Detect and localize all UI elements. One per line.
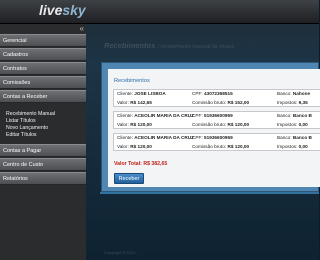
subitem-novo-lancamento[interactable]: Novo Lançamento (6, 125, 48, 131)
record-bank: Nahone (292, 91, 311, 96)
record-cpf: 51936600959 (204, 113, 233, 118)
sidebar-item-comissoes[interactable]: Comissões (0, 76, 86, 89)
logo: livesky (39, 2, 86, 18)
record-client: ACEOLIR MARIA DA CRUZ (134, 113, 195, 118)
sidebar-item-contas-a-pagar[interactable]: Contas a Pagar (0, 144, 86, 157)
record-row: Cliente: ACEOLIR MARIA DA CRUZ Valor: R$… (113, 111, 320, 129)
record-commission: R$ 120,00 (227, 144, 250, 149)
record-taxes: 0,00 (298, 144, 308, 149)
dialog-panel: Recebimentos Cliente: JOSE LISBOA Valor:… (108, 69, 320, 187)
dialog-section-title: Recebimentos (114, 78, 150, 84)
subitem-recebimento-manual[interactable]: Recebimento Manual (6, 111, 55, 117)
record-cpf: 51936600959 (204, 135, 233, 140)
record-row: Cliente: JOSE LISBOA Valor: R$ 142,65 CP… (113, 89, 320, 107)
sidebar-item-relatorios[interactable]: Relatórios (0, 172, 86, 185)
record-client: JOSE LISBOA (134, 91, 166, 96)
record-taxes: 9,35 (298, 100, 308, 105)
record-bank: Banco B (292, 113, 312, 118)
dialog-bottom-edge (100, 192, 319, 194)
sidebar-item-cadastros[interactable]: Cadastros (0, 48, 86, 61)
sidebar: « Gerencial Cadastros Contratos Comissõe… (0, 24, 86, 260)
record-value: R$ 142,65 (130, 100, 152, 105)
top-bar: livesky (0, 0, 319, 24)
sidebar-item-gerencial[interactable]: Gerencial (0, 34, 86, 47)
record-taxes: 0,00 (298, 122, 308, 127)
sidebar-item-centro-de-custo[interactable]: Centro de Custo (0, 158, 86, 171)
sidebar-item-contas-a-receber[interactable]: Contas a Receber (0, 90, 86, 103)
record-row: Cliente: ACEOLIR MARIA DA CRUZ Valor: R$… (113, 133, 320, 151)
receive-button[interactable]: Receber (114, 173, 144, 184)
record-cpf: 43072368515 (204, 91, 233, 96)
record-value: R$ 120,00 (130, 144, 152, 149)
total-value: Valor Total: R$ 382,65 (114, 161, 168, 167)
collapse-sidebar-icon[interactable]: « (80, 24, 84, 33)
receive-dialog: Recebimentos Cliente: JOSE LISBOA Valor:… (101, 62, 320, 192)
record-value: R$ 120,00 (130, 122, 152, 127)
record-client: ACEOLIR MARIA DA CRUZ (134, 135, 195, 140)
subitem-listar-titulos[interactable]: Listar Títulos (6, 118, 36, 124)
record-bank: Banco B (292, 135, 312, 140)
subitem-editar-titulos[interactable]: Editar Títulos (6, 132, 36, 138)
sidebar-item-contratos[interactable]: Contratos (0, 62, 86, 75)
page-title: Recebimentos / recebimento manual de tít… (104, 41, 235, 50)
record-commission: R$ 152,00 (227, 100, 250, 105)
record-commission: R$ 120,00 (227, 122, 250, 127)
page-footer: Copyright ® 2013 ... (104, 250, 140, 255)
